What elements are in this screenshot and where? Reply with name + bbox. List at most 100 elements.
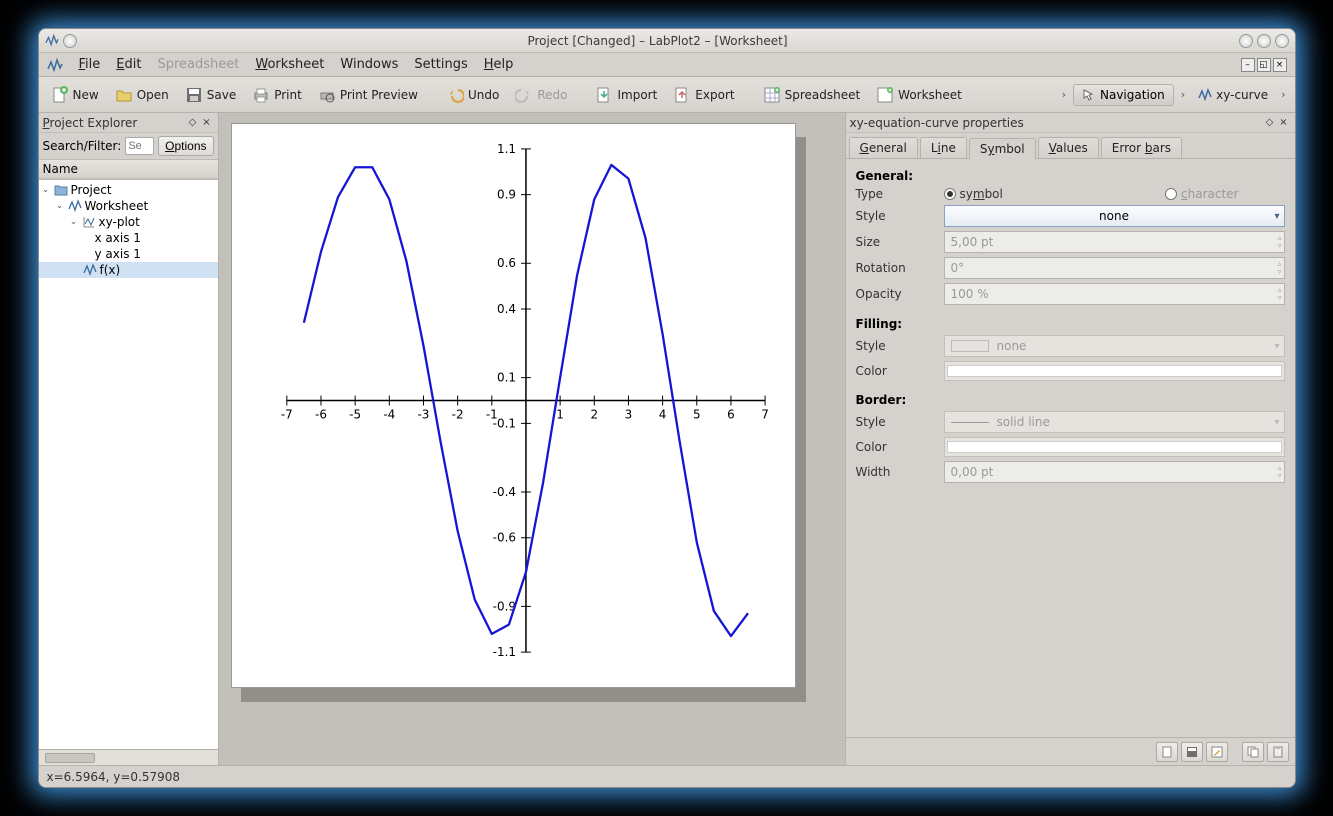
tree-header-name[interactable]: Name — [39, 159, 218, 179]
svg-text:-4: -4 — [383, 407, 395, 421]
spin-size: 5,00 pt▵▿ — [944, 231, 1285, 253]
print-preview-icon — [318, 86, 336, 104]
titlebar: Project [Changed] – LabPlot2 – [Workshee… — [39, 29, 1295, 53]
tree-item-xaxis[interactable]: x axis 1 — [39, 230, 218, 246]
print-preview-button[interactable]: Print Preview — [312, 83, 424, 107]
toolbar-overflow-1[interactable]: › — [1178, 88, 1188, 101]
print-button[interactable]: Print — [246, 83, 308, 107]
worksheet-area[interactable]: -7-6-5-4-3-2-11234567-1.1-0.9-0.6-0.4-0.… — [219, 113, 845, 765]
copy-icon — [1246, 745, 1260, 759]
status-coords: x=6.5964, y=0.57908 — [47, 770, 181, 784]
svg-text:-6: -6 — [315, 407, 327, 421]
options-button[interactable]: Options — [158, 136, 213, 156]
label-size: Size — [856, 235, 938, 249]
close-button[interactable] — [1275, 34, 1289, 48]
new-button[interactable]: New — [45, 83, 105, 107]
menu-file[interactable]: File — [79, 57, 101, 72]
spin-opacity: 100 %▵▿ — [944, 283, 1285, 305]
tab-general[interactable]: General — [849, 137, 918, 158]
menu-settings[interactable]: Settings — [414, 57, 467, 72]
svg-text:4: 4 — [658, 407, 666, 421]
tree-item-yaxis[interactable]: y axis 1 — [39, 246, 218, 262]
label-opacity: Opacity — [856, 287, 938, 301]
open-icon — [115, 86, 133, 104]
explorer-hscroll[interactable] — [39, 749, 218, 765]
menu-windows[interactable]: Windows — [340, 57, 398, 72]
tab-line[interactable]: Line — [920, 137, 967, 158]
minimize-button[interactable] — [1239, 34, 1253, 48]
svg-text:1: 1 — [556, 407, 564, 421]
open-button[interactable]: Open — [109, 83, 175, 107]
combo-fill-style: none▾ — [944, 335, 1285, 357]
footer-btn-paste[interactable] — [1267, 742, 1289, 762]
search-label: Search/Filter: — [43, 139, 122, 153]
edit-icon — [1210, 745, 1224, 759]
menu-worksheet[interactable]: Worksheet — [255, 57, 324, 72]
tree-item-fx[interactable]: f(x) — [39, 262, 218, 278]
project-tree[interactable]: ⌄Project ⌄Worksheet ⌄xy-plot x axis 1 y … — [39, 179, 218, 749]
dock-float-icon[interactable]: ◇ — [186, 116, 200, 130]
curve-node-icon — [83, 263, 97, 277]
menu-spreadsheet: Spreadsheet — [157, 57, 239, 72]
props-float-icon[interactable]: ◇ — [1263, 116, 1277, 130]
app-window: Project [Changed] – LabPlot2 – [Workshee… — [38, 28, 1296, 788]
window-menu-icon[interactable] — [63, 34, 77, 48]
footer-btn-edit[interactable] — [1206, 742, 1228, 762]
label-type: Type — [856, 187, 938, 201]
mdi-minimize-icon[interactable]: – — [1241, 58, 1255, 72]
combo-symbol-style[interactable]: none▾ — [944, 205, 1285, 227]
mdi-restore-icon[interactable]: ◱ — [1257, 58, 1271, 72]
label-border-color: Color — [856, 440, 938, 454]
search-input[interactable] — [125, 137, 154, 155]
redo-icon — [515, 86, 533, 104]
new-file-icon — [51, 86, 69, 104]
footer-btn-save[interactable] — [1181, 742, 1203, 762]
spin-rotation: 0°▵▿ — [944, 257, 1285, 279]
svg-text:2: 2 — [590, 407, 598, 421]
props-close-icon[interactable]: × — [1277, 116, 1291, 130]
toolbar-overflow-2[interactable]: › — [1278, 88, 1288, 101]
svg-text:-0.4: -0.4 — [492, 485, 515, 499]
svg-text:1.1: 1.1 — [496, 142, 515, 156]
save-icon — [185, 86, 203, 104]
dock-close-icon[interactable]: × — [200, 116, 214, 130]
svg-text:7: 7 — [761, 407, 769, 421]
spreadsheet-button[interactable]: Spreadsheet — [757, 83, 867, 107]
maximize-button[interactable] — [1257, 34, 1271, 48]
window-title: Project [Changed] – LabPlot2 – [Workshee… — [83, 34, 1233, 48]
statusbar: x=6.5964, y=0.57908 — [39, 765, 1295, 787]
print-icon — [252, 86, 270, 104]
properties-footer — [846, 737, 1295, 765]
export-button[interactable]: Export — [667, 83, 740, 107]
tree-item-project[interactable]: ⌄Project — [39, 182, 218, 198]
mdi-close-icon[interactable]: × — [1273, 58, 1287, 72]
worksheet-button[interactable]: Worksheet — [870, 83, 968, 107]
import-button[interactable]: Import — [589, 83, 663, 107]
tab-values[interactable]: Values — [1038, 137, 1099, 158]
tab-errorbars[interactable]: Error bars — [1101, 137, 1182, 158]
tree-item-xyplot[interactable]: ⌄xy-plot — [39, 214, 218, 230]
fill-color-field — [944, 361, 1285, 381]
svg-text:0.4: 0.4 — [496, 302, 515, 316]
navigation-mode-button[interactable]: Navigation — [1073, 84, 1174, 106]
footer-btn-copy[interactable] — [1242, 742, 1264, 762]
undo-icon — [446, 86, 464, 104]
label-fill-color: Color — [856, 364, 938, 378]
export-icon — [673, 86, 691, 104]
plot-canvas[interactable]: -7-6-5-4-3-2-11234567-1.1-0.9-0.6-0.4-0.… — [231, 123, 796, 688]
project-explorer-panel: Project Explorer ◇ × Search/Filter: Opti… — [39, 113, 219, 765]
svg-text:0.1: 0.1 — [496, 371, 515, 385]
radio-symbol[interactable]: symbol — [944, 187, 1003, 201]
tab-symbol[interactable]: Symbol — [969, 138, 1036, 159]
toolbar-overflow-left[interactable]: › — [1059, 88, 1069, 101]
undo-button[interactable]: Undo — [440, 83, 505, 107]
border-color-field — [944, 437, 1285, 457]
tree-item-worksheet[interactable]: ⌄Worksheet — [39, 198, 218, 214]
xy-curve-button[interactable]: xy-curve — [1192, 85, 1274, 105]
footer-btn-1[interactable] — [1156, 742, 1178, 762]
svg-text:-5: -5 — [349, 407, 361, 421]
save-button[interactable]: Save — [179, 83, 242, 107]
menu-help[interactable]: Help — [484, 57, 514, 72]
label-width: Width — [856, 465, 938, 479]
menu-edit[interactable]: Edit — [116, 57, 141, 72]
